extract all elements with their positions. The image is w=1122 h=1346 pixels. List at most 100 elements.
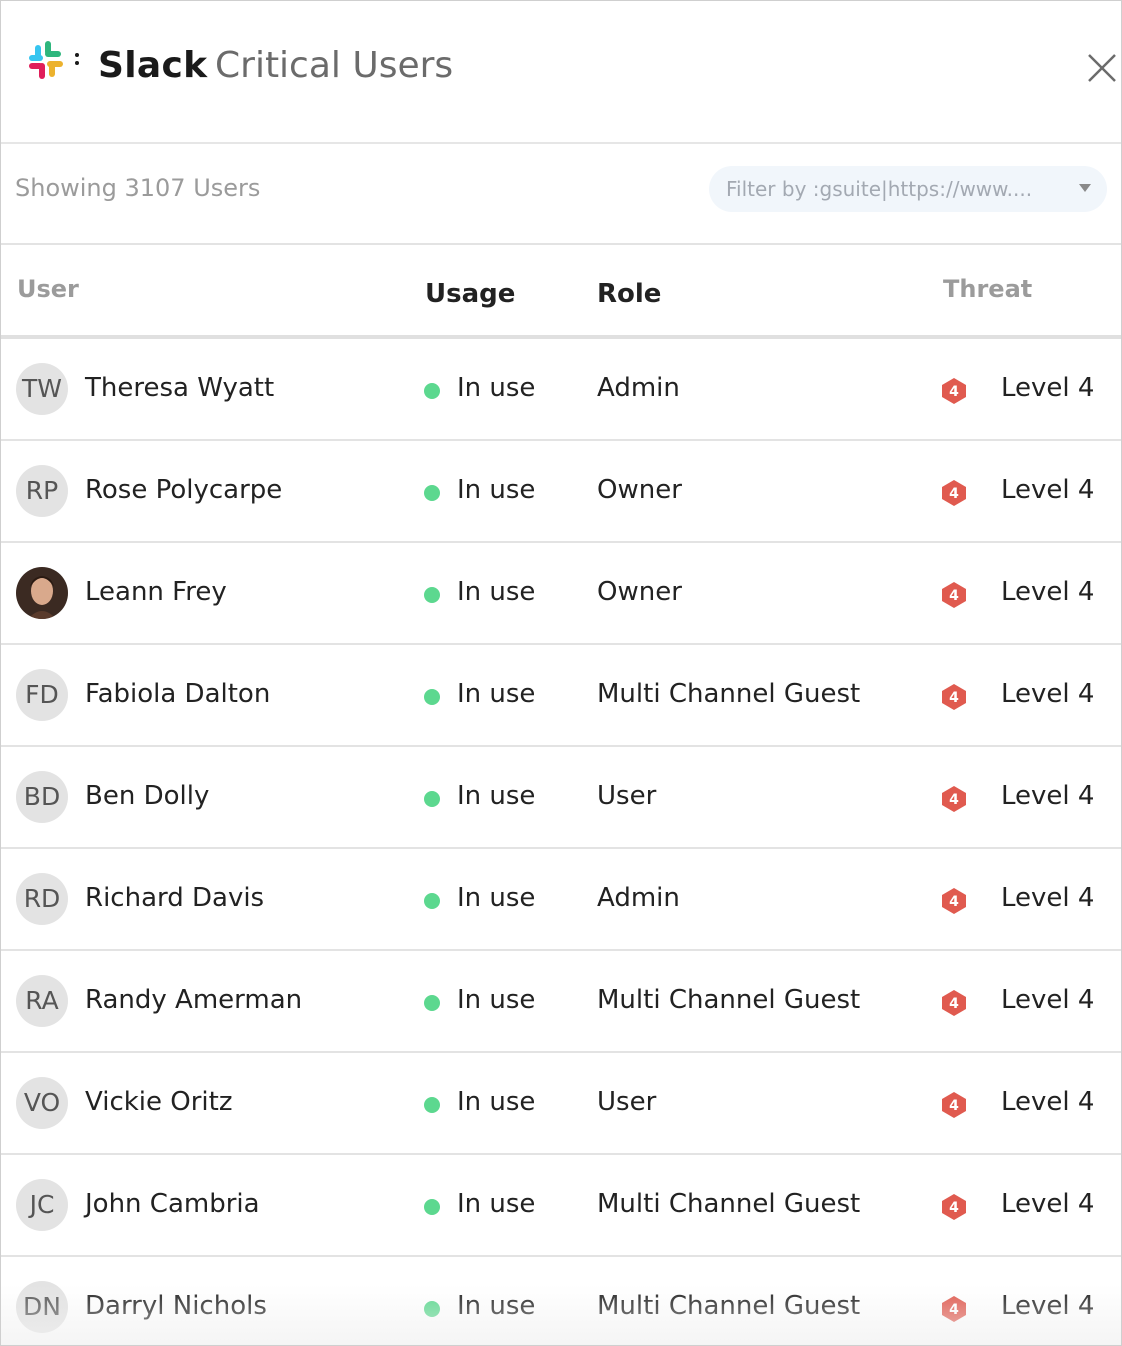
status-dot-icon bbox=[424, 383, 440, 399]
user-name: Darryl Nichols bbox=[85, 1291, 267, 1321]
table-row[interactable]: VO Vickie Oritz In use User 4 Level 4 bbox=[1, 1053, 1121, 1155]
threat-level: Level 4 bbox=[1001, 577, 1095, 607]
threat-badge-number: 4 bbox=[949, 996, 959, 1012]
threat-badge-number: 4 bbox=[949, 690, 959, 706]
threat-level: Level 4 bbox=[1001, 883, 1095, 913]
threat-level-icon: 4 bbox=[942, 990, 966, 1016]
threat-badge-number: 4 bbox=[949, 588, 959, 604]
critical-users-panel: Slack Critical Users Showing 3107 Users … bbox=[0, 0, 1122, 1346]
brand-name: Slack bbox=[98, 45, 208, 86]
table-row[interactable]: BD Ben Dolly In use User 4 Level 4 bbox=[1, 747, 1121, 849]
table-header: User Usage Role Threat bbox=[1, 245, 1121, 339]
user-role: Admin bbox=[597, 373, 680, 403]
table-row[interactable]: DN Darryl Nichols In use Multi Channel G… bbox=[1, 1257, 1121, 1345]
close-icon[interactable] bbox=[1085, 51, 1119, 85]
usage-status: In use bbox=[457, 475, 536, 505]
user-name: Leann Frey bbox=[85, 577, 227, 607]
avatar: VO bbox=[16, 1077, 68, 1129]
threat-level: Level 4 bbox=[1001, 679, 1095, 709]
threat-badge-number: 4 bbox=[949, 384, 959, 400]
user-role: Admin bbox=[597, 883, 680, 913]
table-row[interactable]: JC John Cambria In use Multi Channel Gue… bbox=[1, 1155, 1121, 1257]
status-dot-icon bbox=[424, 485, 440, 501]
threat-level-icon: 4 bbox=[942, 1092, 966, 1118]
status-dot-icon bbox=[424, 689, 440, 705]
threat-badge-number: 4 bbox=[949, 486, 959, 502]
user-name: Randy Amerman bbox=[85, 985, 303, 1015]
threat-level: Level 4 bbox=[1001, 1291, 1095, 1321]
avatar: FD bbox=[16, 669, 68, 721]
avatar: RA bbox=[16, 975, 68, 1027]
threat-level: Level 4 bbox=[1001, 1189, 1095, 1219]
avatar: RP bbox=[16, 465, 68, 517]
user-role: Multi Channel Guest bbox=[597, 679, 861, 709]
usage-status: In use bbox=[457, 883, 536, 913]
table-row[interactable]: RD Richard Davis In use Admin 4 Level 4 bbox=[1, 849, 1121, 951]
avatar-photo bbox=[16, 567, 68, 619]
user-count-label: Showing 3107 Users bbox=[15, 174, 261, 202]
toolbar: Showing 3107 Users Filter by :gsuite|htt… bbox=[1, 144, 1121, 245]
avatar: JC bbox=[16, 1179, 68, 1231]
threat-level: Level 4 bbox=[1001, 1087, 1095, 1117]
column-header-usage[interactable]: Usage bbox=[425, 279, 515, 309]
status-dot-icon bbox=[424, 1199, 440, 1215]
status-dot-icon bbox=[424, 995, 440, 1011]
user-role: Owner bbox=[597, 475, 682, 505]
usage-status: In use bbox=[457, 1291, 536, 1321]
threat-level-icon: 4 bbox=[942, 1296, 966, 1322]
threat-level: Level 4 bbox=[1001, 475, 1095, 505]
user-name: Vickie Oritz bbox=[85, 1087, 233, 1117]
panel-header: Slack Critical Users bbox=[1, 1, 1121, 144]
status-dot-icon bbox=[424, 587, 440, 603]
user-name: John Cambria bbox=[85, 1189, 260, 1219]
status-dot-icon bbox=[424, 893, 440, 909]
caret-down-icon bbox=[1079, 184, 1091, 192]
usage-status: In use bbox=[457, 781, 536, 811]
threat-level: Level 4 bbox=[1001, 373, 1095, 403]
table-row[interactable]: FD Fabiola Dalton In use Multi Channel G… bbox=[1, 645, 1121, 747]
usage-status: In use bbox=[457, 1189, 536, 1219]
threat-level-icon: 4 bbox=[942, 480, 966, 506]
threat-level-icon: 4 bbox=[942, 378, 966, 404]
threat-badge-number: 4 bbox=[949, 894, 959, 910]
column-header-role[interactable]: Role bbox=[597, 279, 661, 309]
usage-status: In use bbox=[457, 577, 536, 607]
user-name: Ben Dolly bbox=[85, 781, 210, 811]
table-row[interactable]: Leann Frey In use Owner 4 Level 4 bbox=[1, 543, 1121, 645]
threat-level: Level 4 bbox=[1001, 985, 1095, 1015]
usage-status: In use bbox=[457, 1087, 536, 1117]
usage-status: In use bbox=[457, 679, 536, 709]
page-title: Critical Users bbox=[215, 45, 454, 86]
user-name: Fabiola Dalton bbox=[85, 679, 271, 709]
threat-badge-number: 4 bbox=[949, 792, 959, 808]
user-role: User bbox=[597, 781, 657, 811]
threat-level-icon: 4 bbox=[942, 888, 966, 914]
user-role: Multi Channel Guest bbox=[597, 1189, 861, 1219]
user-role: Owner bbox=[597, 577, 682, 607]
column-header-user[interactable]: User bbox=[17, 275, 79, 303]
user-role: Multi Channel Guest bbox=[597, 1291, 861, 1321]
threat-level-icon: 4 bbox=[942, 582, 966, 608]
avatar: BD bbox=[16, 771, 68, 823]
user-name: Rose Polycarpe bbox=[85, 475, 283, 505]
table-row[interactable]: TW Theresa Wyatt In use Admin 4 Level 4 bbox=[1, 339, 1121, 441]
status-dot-icon bbox=[424, 1097, 440, 1113]
user-role: Multi Channel Guest bbox=[597, 985, 861, 1015]
threat-badge-number: 4 bbox=[949, 1200, 959, 1216]
table-row[interactable]: RP Rose Polycarpe In use Owner 4 Level 4 bbox=[1, 441, 1121, 543]
slack-logo-icon bbox=[29, 41, 79, 79]
filter-dropdown-label: Filter by :gsuite|https://www.... bbox=[726, 177, 1033, 201]
status-dot-icon bbox=[424, 791, 440, 807]
table-row[interactable]: RA Randy Amerman In use Multi Channel Gu… bbox=[1, 951, 1121, 1053]
threat-level-icon: 4 bbox=[942, 1194, 966, 1220]
threat-badge-number: 4 bbox=[949, 1302, 959, 1318]
threat-level: Level 4 bbox=[1001, 781, 1095, 811]
filter-dropdown[interactable]: Filter by :gsuite|https://www.... bbox=[709, 166, 1107, 212]
status-dot-icon bbox=[424, 1301, 440, 1317]
threat-level-icon: 4 bbox=[942, 684, 966, 710]
column-header-threat[interactable]: Threat bbox=[943, 275, 1032, 303]
usage-status: In use bbox=[457, 985, 536, 1015]
threat-badge-number: 4 bbox=[949, 1098, 959, 1114]
avatar: DN bbox=[16, 1281, 68, 1333]
avatar: TW bbox=[16, 363, 68, 415]
